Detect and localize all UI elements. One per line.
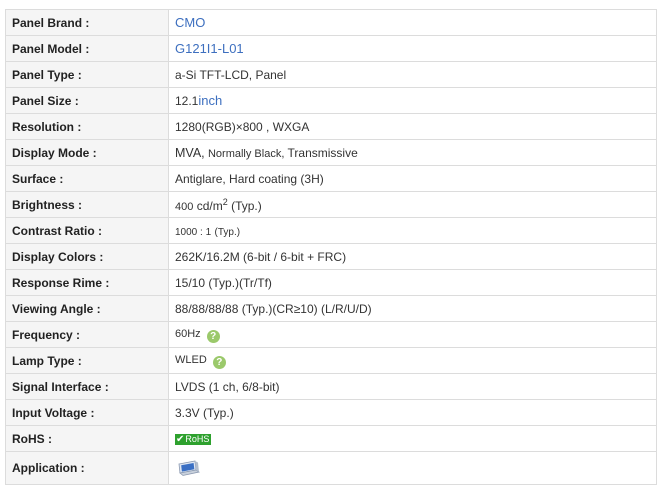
panel-size-unit-link[interactable]: inch <box>198 93 222 108</box>
spec-row-response-time: Response Rime : 15/10 (Typ.)(Tr/Tf) <box>5 269 657 296</box>
spec-value: 1280(RGB)×800 , WXGA <box>168 113 657 140</box>
brightness-typ: (Typ.) <box>231 198 262 213</box>
spec-value: a-Si TFT-LCD, Panel <box>168 61 657 88</box>
contrast-typ: (Typ.) <box>214 226 241 238</box>
spec-value: 15/10 (Typ.)(Tr/Tf) <box>168 269 657 296</box>
spec-label: Panel Model : <box>5 35 169 62</box>
spec-value: LVDS (1 ch, 6/8-bit) <box>168 373 657 400</box>
spec-value: 3.3V (Typ.) <box>168 399 657 426</box>
spec-label: Brightness : <box>5 191 169 218</box>
rohs-badge-text: RoHS <box>185 434 210 445</box>
spec-row-frequency: Frequency : 60Hz? <box>5 321 657 348</box>
contrast-value: 1000 : 1 <box>175 226 212 238</box>
spec-label: Signal Interface : <box>5 373 169 400</box>
spec-row-contrast-ratio: Contrast Ratio : 1000 : 1 (Typ.) <box>5 217 657 244</box>
display-mode-mva: MVA, <box>175 145 205 160</box>
spec-row-surface: Surface : Antiglare, Hard coating (3H) <box>5 165 657 192</box>
display-mode-transmissive: Transmissive <box>287 145 358 160</box>
spec-value: 262K/16.2M (6-bit / 6-bit + FRC) <box>168 243 657 270</box>
spec-label: Panel Type : <box>5 61 169 88</box>
spec-row-input-voltage: Input Voltage : 3.3V (Typ.) <box>5 399 657 426</box>
frequency-value: 60Hz <box>175 328 201 340</box>
spec-label: Display Colors : <box>5 243 169 270</box>
spec-label: Resolution : <box>5 113 169 140</box>
rohs-badge: ✔ RoHS <box>175 433 212 445</box>
spec-value: 88/88/88/88 (Typ.)(CR≥10) (L/R/U/D) <box>168 295 657 322</box>
spec-row-panel-size: Panel Size : 12.1inch <box>5 87 657 114</box>
spec-row-application: Application : <box>5 451 657 485</box>
spec-label: Application : <box>5 451 169 485</box>
brightness-unit-exponent: 2 <box>222 196 228 207</box>
brightness-value: 400 <box>175 200 194 213</box>
spec-label: Panel Size : <box>5 87 169 114</box>
panel-spec-table: Panel Brand : CMO Panel Model : G121I1-L… <box>5 9 657 485</box>
brightness-unit: cd/m <box>196 198 223 213</box>
spec-row-panel-type: Panel Type : a-Si TFT-LCD, Panel <box>5 61 657 88</box>
spec-label: Surface : <box>5 165 169 192</box>
spec-row-display-mode: Display Mode : MVA, Normally Black, Tran… <box>5 139 657 166</box>
spec-label: RoHS : <box>5 425 169 452</box>
spec-label: Response Rime : <box>5 269 169 296</box>
display-mode-normally-black: Normally Black, <box>207 147 285 160</box>
spec-row-viewing-angle: Viewing Angle : 88/88/88/88 (Typ.)(CR≥10… <box>5 295 657 322</box>
check-icon: ✔ <box>176 433 185 445</box>
spec-row-lamp-type: Lamp Type : WLED? <box>5 347 657 374</box>
spec-label: Lamp Type : <box>5 347 169 374</box>
spec-label: Viewing Angle : <box>5 295 169 322</box>
laptop-application-icon[interactable] <box>175 457 201 480</box>
spec-value: Antiglare, Hard coating (3H) <box>168 165 657 192</box>
panel-brand-link[interactable]: CMO <box>175 15 205 30</box>
spec-label: Frequency : <box>5 321 169 348</box>
spec-label: Panel Brand : <box>5 9 169 36</box>
spec-row-panel-model: Panel Model : G121I1-L01 <box>5 35 657 62</box>
panel-size-value: 12.1 <box>175 94 199 108</box>
spec-row-panel-brand: Panel Brand : CMO <box>5 9 657 36</box>
spec-row-display-colors: Display Colors : 262K/16.2M (6-bit / 6-b… <box>5 243 657 270</box>
spec-row-brightness: Brightness : 400 cd/m2 (Typ.) <box>5 191 657 218</box>
help-icon[interactable]: ? <box>212 356 226 369</box>
spec-row-signal-interface: Signal Interface : LVDS (1 ch, 6/8-bit) <box>5 373 657 400</box>
spec-label: Input Voltage : <box>5 399 169 426</box>
spec-row-rohs: RoHS : ✔ RoHS <box>5 425 657 452</box>
spec-label: Contrast Ratio : <box>5 217 169 244</box>
spec-row-resolution: Resolution : 1280(RGB)×800 , WXGA <box>5 113 657 140</box>
lamp-type-value: WLED <box>175 354 207 366</box>
spec-label: Display Mode : <box>5 139 169 166</box>
help-icon[interactable]: ? <box>206 330 220 343</box>
panel-model-link[interactable]: G121I1-L01 <box>175 41 244 56</box>
